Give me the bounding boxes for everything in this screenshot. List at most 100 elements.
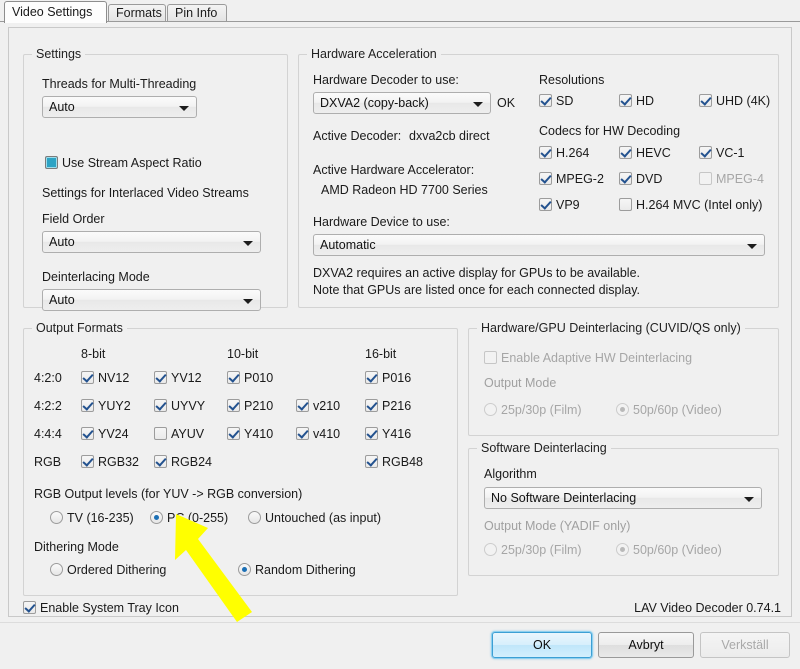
tab-pin-info[interactable]: Pin Info (167, 4, 227, 22)
checkbox-box (619, 172, 632, 185)
dithering-random-radio[interactable]: Random Dithering (238, 563, 356, 577)
sw-deint-algorithm-label: Algorithm (484, 467, 537, 481)
hw-deint-output-mode-label: Output Mode (484, 376, 557, 390)
checkbox-box (81, 455, 94, 468)
enable-system-tray-icon-checkbox[interactable]: Enable System Tray Icon (23, 601, 179, 615)
checkbox-box (81, 427, 94, 440)
format-yuy2-label: YUY2 (98, 399, 131, 413)
codec-hevc-checkbox[interactable]: HEVC (619, 146, 671, 160)
codec-h264mvc-label: H.264 MVC (Intel only) (636, 198, 763, 212)
format-p016-label: P016 (382, 371, 412, 385)
active-decoder-value: dxva2cb direct (409, 129, 490, 143)
chevron-down-icon (243, 241, 253, 246)
tab-video-settings-label: Video Settings (12, 5, 93, 19)
threads-combo[interactable]: Auto (42, 96, 197, 118)
codec-mpeg2-checkbox[interactable]: MPEG-2 (539, 172, 604, 186)
hw-device-combo[interactable]: Automatic (313, 234, 765, 256)
col-header-16bit: 16-bit (365, 347, 397, 361)
hw-device-combo-value: Automatic (320, 238, 376, 252)
use-stream-aspect-ratio-label: Use Stream Aspect Ratio (62, 156, 202, 170)
format-p016-checkbox[interactable]: P016 (365, 371, 411, 385)
cancel-button[interactable]: Avbryt (598, 632, 694, 658)
format-v410-label: v410 (313, 427, 341, 441)
ok-button[interactable]: OK (492, 632, 592, 658)
use-stream-aspect-ratio-checkbox[interactable]: Use Stream Aspect Ratio (45, 156, 202, 170)
format-yv12-checkbox[interactable]: YV12 (154, 371, 202, 385)
rgb-level-pc-radio[interactable]: PC (0-255) (150, 511, 228, 525)
chevron-down-icon (243, 299, 253, 304)
resolution-uhd-checkbox[interactable]: UHD (4K) (699, 94, 770, 108)
cancel-button-label: Avbryt (628, 638, 664, 652)
settings-group: Settings Threads for Multi-Threading Aut… (23, 47, 288, 311)
format-uyvy-checkbox[interactable]: UYVY (154, 399, 205, 413)
codec-h264mvc-checkbox[interactable]: H.264 MVC (Intel only) (619, 198, 762, 212)
format-uyvy-label: UYVY (171, 399, 206, 413)
software-deinterlacing-group: Software Deinterlacing Algorithm No Soft… (468, 441, 779, 576)
settings-group-legend: Settings (32, 47, 86, 61)
checkbox-box (45, 156, 58, 169)
format-rgb32-label: RGB32 (98, 455, 139, 469)
codec-h264-checkbox[interactable]: H.264 (539, 146, 589, 160)
apply-button: Verkställ (700, 632, 790, 658)
format-yv24-checkbox[interactable]: YV24 (81, 427, 129, 441)
rgb-level-untouched-radio[interactable]: Untouched (as input) (248, 511, 381, 525)
codec-dvd-label: DVD (636, 172, 663, 186)
format-ayuv-checkbox[interactable]: AYUV (154, 427, 204, 441)
checkbox-box (539, 146, 552, 159)
checkbox-box (365, 371, 378, 384)
rgb-level-untouched-label: Untouched (as input) (265, 511, 382, 525)
format-v410-checkbox[interactable]: v410 (296, 427, 340, 441)
field-order-combo[interactable]: Auto (42, 231, 261, 253)
format-y416-checkbox[interactable]: Y416 (365, 427, 411, 441)
enable-adaptive-hw-deinterlacing-label: Enable Adaptive HW Deinterlacing (501, 351, 693, 365)
resolution-sd-checkbox[interactable]: SD (539, 94, 573, 108)
chevron-down-icon (179, 106, 189, 111)
format-p216-checkbox[interactable]: P216 (365, 399, 411, 413)
hw-deint-25p30p-label: 25p/30p (Film) (501, 403, 582, 417)
col-header-8bit: 8-bit (81, 347, 106, 361)
format-v210-checkbox[interactable]: v210 (296, 399, 340, 413)
format-nv12-checkbox[interactable]: NV12 (81, 371, 129, 385)
sw-deint-algorithm-combo[interactable]: No Software Deinterlacing (484, 487, 762, 509)
chevron-down-icon (744, 497, 754, 502)
format-yuy2-checkbox[interactable]: YUY2 (81, 399, 131, 413)
tab-strip: Video Settings Formats Pin Info (0, 0, 800, 23)
dithering-ordered-radio[interactable]: Ordered Dithering (50, 563, 166, 577)
sw-deint-50p60p-label: 50p/60p (Video) (633, 543, 722, 557)
hw-decoder-combo[interactable]: DXVA2 (copy-back) (313, 92, 491, 114)
rgb-level-tv-radio[interactable]: TV (16-235) (50, 511, 134, 525)
resolution-uhd-label: UHD (4K) (716, 94, 771, 108)
sw-deint-25p30p-radio: 25p/30p (Film) (484, 543, 582, 557)
hardware-acceleration-group: Hardware Acceleration Hardware Decoder t… (298, 47, 779, 308)
format-p210-checkbox[interactable]: P210 (227, 399, 273, 413)
tab-panel-video-settings: Settings Threads for Multi-Threading Aut… (0, 21, 800, 622)
sw-deint-legend: Software Deinterlacing (477, 441, 611, 455)
codec-dvd-checkbox[interactable]: DVD (619, 172, 662, 186)
format-rgb32-checkbox[interactable]: RGB32 (81, 455, 139, 469)
tab-video-settings[interactable]: Video Settings (4, 1, 107, 23)
resolution-hd-checkbox[interactable]: HD (619, 94, 654, 108)
enable-adaptive-hw-deinterlacing-checkbox: Enable Adaptive HW Deinterlacing (484, 351, 692, 365)
checkbox-box (699, 172, 712, 185)
tab-formats-label: Formats (116, 6, 162, 20)
field-order-label: Field Order (42, 212, 105, 226)
tab-formats[interactable]: Formats (108, 4, 166, 22)
checkbox-box (154, 399, 167, 412)
format-y410-checkbox[interactable]: Y410 (227, 427, 273, 441)
output-formats-group: Output Formats 8-bit 10-bit 16-bit 4:2:0… (23, 321, 458, 596)
codec-vc1-label: VC-1 (716, 146, 745, 160)
format-p010-label: P010 (244, 371, 274, 385)
checkbox-box (296, 399, 309, 412)
codec-vc1-checkbox[interactable]: VC-1 (699, 146, 744, 160)
sw-deint-25p30p-label: 25p/30p (Film) (501, 543, 582, 557)
format-rgb48-checkbox[interactable]: RGB48 (365, 455, 423, 469)
checkbox-box (296, 427, 309, 440)
format-p216-label: P216 (382, 399, 412, 413)
format-p010-checkbox[interactable]: P010 (227, 371, 273, 385)
radio-dot (50, 511, 63, 524)
format-rgb24-checkbox[interactable]: RGB24 (154, 455, 212, 469)
deinterlacing-mode-combo[interactable]: Auto (42, 289, 261, 311)
radio-dot (248, 511, 261, 524)
codec-vp9-checkbox[interactable]: VP9 (539, 198, 580, 212)
ok-button-label: OK (532, 638, 552, 652)
